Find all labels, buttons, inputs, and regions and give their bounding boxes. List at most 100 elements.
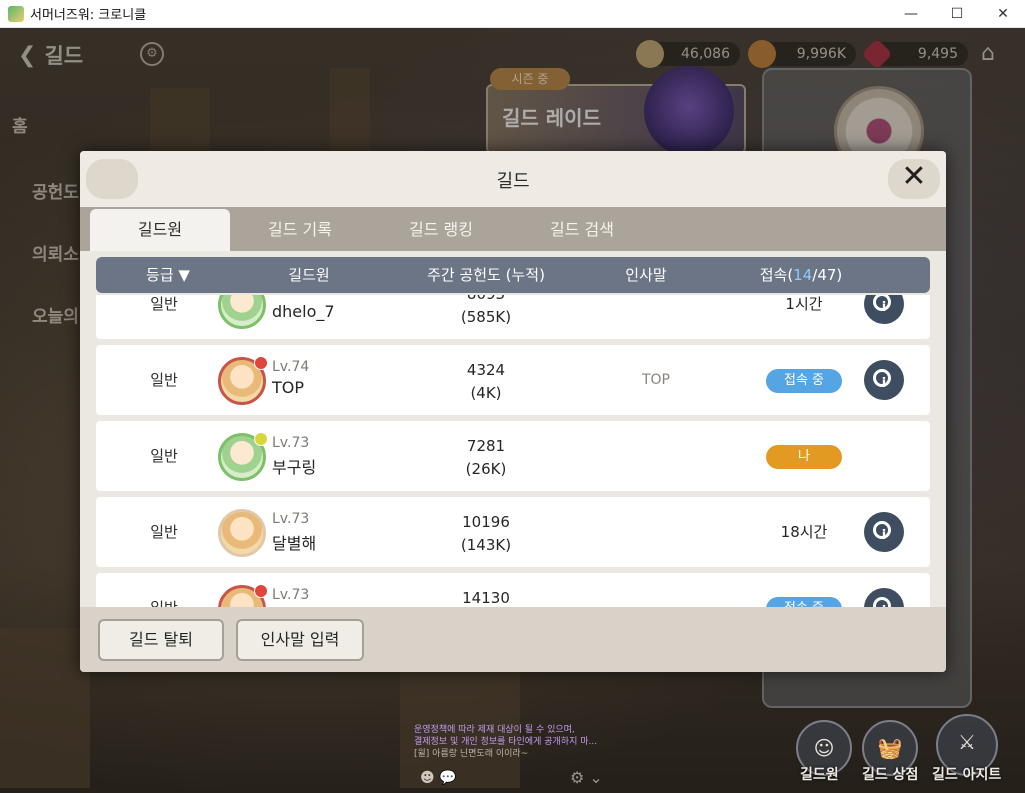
leave-guild-button[interactable]: 길드 탈퇴 [98, 619, 224, 661]
tab-guild-log[interactable]: 길드 기록 [230, 209, 370, 251]
member-name: dhelo_7 [272, 302, 335, 321]
info-letter: i [881, 376, 887, 391]
member-contribution: 10196 (143K) [386, 511, 586, 557]
member-grade: 일반 [150, 295, 178, 313]
minimize-button[interactable]: — [888, 0, 934, 28]
app-icon [8, 5, 24, 22]
members-icon: ☺ [813, 736, 835, 760]
member-status: 1시간 [740, 295, 868, 339]
member-row[interactable]: 일반 Lv.73 달별해 10196 (143K) 18시간 i [96, 497, 930, 567]
member-row[interactable]: 일반 Lv.74 dhelo_7 8093 (585K) 1시간 i [96, 295, 930, 339]
tab-members[interactable]: 길드원 [90, 209, 230, 251]
member-grade: 일반 [150, 523, 178, 541]
member-info-icon[interactable]: i [864, 295, 904, 324]
tab-guild-search[interactable]: 길드 검색 [512, 209, 652, 251]
avatar[interactable] [218, 509, 266, 557]
notice-line: 운영정책에 따라 제재 대상이 될 수 있으며, [414, 725, 575, 735]
member-greeting [576, 295, 736, 339]
avatar[interactable] [218, 584, 268, 607]
avatar[interactable] [218, 356, 268, 405]
window-titlebar: 서머너즈워: 크로니클 — ☐ ✕ [0, 0, 1025, 28]
member-column-header: 길드원 [288, 266, 330, 284]
member-status: 접속 중 [740, 345, 868, 415]
modal-header: 길드 ✕ [80, 151, 946, 207]
class-badge-icon [254, 432, 268, 446]
member-greeting: TOP [641, 372, 670, 388]
contribution-column-header: 주간 공헌도 (누적) [427, 266, 545, 284]
member-level: Lv.73 [272, 587, 310, 603]
notice-line: [윌] 아름랑 닌면도래 이이라~ [414, 749, 529, 759]
window-title: 서머너즈워: 크로니클 [30, 8, 147, 23]
member-grade: 일반 [150, 447, 178, 465]
member-status: 나 [740, 421, 868, 491]
member-row[interactable]: 일반 Lv.74 TOP 4324 (4K) TOP 접속 중 i [96, 345, 930, 415]
class-badge-icon [254, 356, 268, 370]
member-contribution: 8093 (585K) [386, 295, 586, 329]
member-name: TOP [272, 378, 305, 397]
online-suffix: /47) [812, 266, 843, 284]
greeting-column-header: 인사말 [625, 266, 667, 284]
crossed-swords-icon: ⚔ [958, 730, 976, 754]
chat-icon[interactable]: ☻ 💬 [420, 770, 456, 786]
weekly-contribution: 14130 [462, 589, 510, 607]
member-level: Lv.73 [272, 511, 310, 527]
last-seen-text: 18시간 [780, 523, 828, 541]
member-contribution: 4324 (4K) [386, 359, 586, 405]
info-letter: i [881, 300, 887, 315]
member-name: 달별해 [272, 534, 317, 553]
guild-hideout-label: 길드 아지트 [932, 767, 1002, 783]
member-info-icon[interactable]: i [864, 512, 904, 552]
member-status: 접속 중 [740, 573, 868, 607]
weekly-contribution: 4324 [466, 361, 506, 379]
online-count: 14 [793, 266, 813, 284]
maximize-button[interactable]: ☐ [934, 0, 980, 28]
guild-shop-label: 길드 상점 [862, 767, 919, 783]
info-letter: i [882, 604, 886, 607]
close-icon[interactable]: ✕ [898, 161, 930, 193]
online-prefix: 접속( [759, 266, 794, 284]
member-rows[interactable]: 일반 Lv.74 dhelo_7 8093 (585K) 1시간 i 일반 Lv.74 TOP 43… [96, 295, 930, 607]
gear-icon[interactable]: ⚙ ⌄ [570, 768, 603, 787]
member-name: 부구링 [272, 458, 317, 477]
weekly-contribution: 10196 [462, 513, 510, 531]
modal-footer: 길드 탈퇴 인사말 입력 [80, 607, 946, 672]
member-contribution: 7281 (26K) [386, 435, 586, 481]
guild-members-label: 길드원 [800, 767, 839, 783]
avatar[interactable] [218, 432, 268, 481]
notice-text: 운영정책에 따라 제재 대상이 될 수 있으며, 결제정보 및 개인 정보를 타… [414, 724, 614, 760]
member-greeting [576, 573, 736, 607]
total-contribution: (585K) [460, 308, 512, 326]
tab-guild-ranking[interactable]: 길드 랭킹 [371, 209, 511, 251]
member-status: 18시간 [740, 497, 868, 567]
guild-modal: 길드 ✕ 길드원 길드 기록 길드 랭킹 길드 검색 등급 ▼ 길드원 주간 공… [80, 151, 946, 672]
online-column-header: 접속(14/47) [736, 257, 866, 293]
class-badge-icon [254, 584, 268, 598]
weekly-contribution: 7281 [466, 437, 506, 455]
member-info-icon[interactable]: i [864, 360, 904, 400]
member-level: Lv.73 [272, 435, 310, 451]
member-greeting [576, 497, 736, 567]
enter-greeting-button[interactable]: 인사말 입력 [236, 619, 364, 661]
member-grade: 일반 [150, 371, 178, 389]
member-contribution: 14130 [386, 587, 586, 607]
member-level: Lv.74 [272, 359, 310, 375]
member-list-area: 등급 ▼ 길드원 주간 공헌도 (누적) 인사말 접속(14/47) 일반 Lv.… [80, 251, 946, 607]
window-close-button[interactable]: ✕ [980, 0, 1025, 28]
modal-title: 길드 [496, 171, 530, 192]
weekly-contribution: 8093 [386, 295, 586, 306]
total-contribution: (143K) [460, 536, 512, 554]
me-status-badge: 나 [766, 444, 842, 469]
grade-sort-header[interactable]: 등급 ▼ [106, 257, 230, 293]
basket-icon: 🧺 [877, 736, 903, 760]
member-level: Lv.74 [272, 295, 309, 299]
member-table-header: 등급 ▼ 길드원 주간 공헌도 (누적) 인사말 접속(14/47) [96, 257, 930, 293]
total-contribution: (26K) [465, 460, 507, 478]
online-status-badge: 접속 중 [766, 368, 842, 393]
online-status-badge: 접속 중 [766, 596, 842, 607]
notice-line: 결제정보 및 개인 정보를 타인에게 공개하지 마... [414, 737, 598, 747]
member-row[interactable]: 일반 Lv.73 부구링 7281 (26K) 나 [96, 421, 930, 491]
member-row[interactable]: 일반 Lv.73 14130 접속 중 i [96, 573, 930, 607]
modal-tabs: 길드원 길드 기록 길드 랭킹 길드 검색 [80, 207, 946, 251]
member-info-icon[interactable]: i [864, 588, 904, 607]
avatar[interactable] [218, 295, 266, 329]
